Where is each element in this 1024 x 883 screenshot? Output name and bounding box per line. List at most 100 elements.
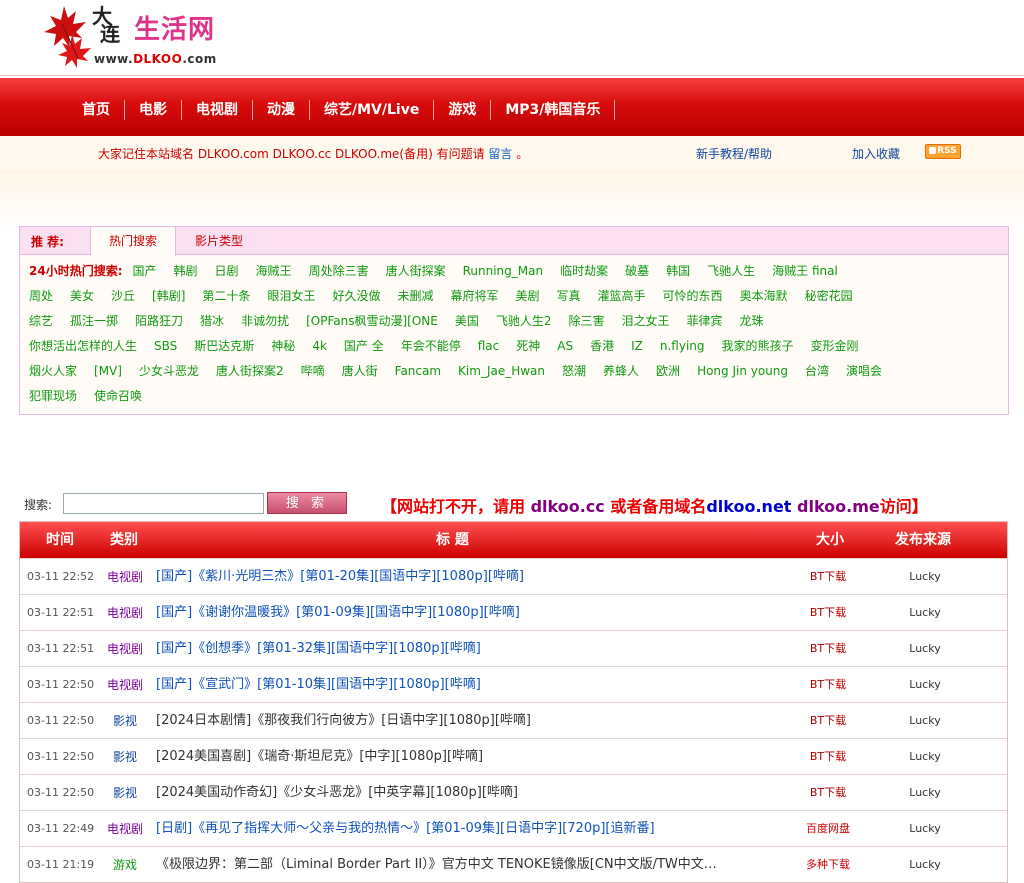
hot-keyword[interactable]: 斯巴达克斯 — [194, 338, 254, 354]
row-size[interactable]: BT下载 — [778, 749, 878, 765]
row-title[interactable]: [国产]《创想季》[第01-32集][国语中字][1080p][哔嘀] — [156, 641, 756, 657]
hot-keyword[interactable]: 周处除三害 — [309, 263, 369, 279]
hot-keyword[interactable]: 唐人街 — [342, 363, 378, 379]
hot-keyword[interactable]: 菲律宾 — [687, 313, 723, 329]
hot-keyword[interactable]: 变形金刚 — [811, 338, 859, 354]
row-size[interactable]: 百度网盘 — [778, 821, 878, 837]
hot-keyword[interactable]: 美女 — [70, 288, 94, 304]
hot-keyword[interactable]: 美剧 — [516, 288, 540, 304]
row-category[interactable]: 游戏 — [100, 857, 150, 873]
row-category[interactable]: 影视 — [100, 713, 150, 729]
hot-keyword[interactable]: Kim_Jae_Hwan — [458, 363, 545, 379]
row-size[interactable]: BT下载 — [778, 569, 878, 585]
hot-keyword[interactable]: 孤注一掷 — [70, 313, 118, 329]
hot-keyword[interactable]: 未删减 — [397, 288, 433, 304]
row-title[interactable]: [国产]《紫川·光明三杰》[第01-20集][国语中字][1080p][哔嘀] — [156, 569, 756, 585]
row-size[interactable]: BT下载 — [778, 605, 878, 621]
hot-keyword[interactable]: 秘密花园 — [805, 288, 853, 304]
hot-keyword[interactable]: 飞驰人生2 — [496, 313, 552, 329]
row-category[interactable]: 电视剧 — [100, 569, 150, 585]
hot-keyword[interactable]: 海贼王 — [256, 263, 292, 279]
hot-keyword[interactable]: 奥本海默 — [740, 288, 788, 304]
hot-keyword[interactable]: 演唱会 — [846, 363, 882, 379]
hot-keyword[interactable]: 可怜的东西 — [663, 288, 723, 304]
hot-keyword[interactable]: SBS — [154, 338, 177, 354]
hot-keyword[interactable]: [OPFans枫雪动漫][ONE — [306, 313, 438, 329]
hot-keyword[interactable]: 国产 — [133, 263, 157, 279]
hot-keyword[interactable]: 综艺 — [29, 313, 53, 329]
row-size[interactable]: BT下载 — [778, 641, 878, 657]
hot-keyword[interactable]: 除三害 — [568, 313, 604, 329]
row-title[interactable]: [2024日本剧情]《那夜我们行向彼方》[日语中字][1080p][哔嘀] — [156, 713, 756, 729]
hot-keyword[interactable]: 使命召唤 — [94, 388, 142, 404]
hot-keyword[interactable]: [MV] — [94, 363, 122, 379]
hot-keyword[interactable]: 我家的熊孩子 — [722, 338, 794, 354]
nav-variety[interactable]: 综艺/MV/Live — [310, 100, 435, 120]
hot-keyword[interactable]: n.flying — [660, 338, 705, 354]
row-title[interactable]: 《极限边界：第二部（Liminal Border Part II）》官方中文 T… — [156, 857, 756, 873]
site-logo[interactable]: 大 连 生活网 www.DLKOO.com — [40, 2, 240, 72]
hot-keyword[interactable]: 日剧 — [215, 263, 239, 279]
nav-music[interactable]: MP3/韩国音乐 — [491, 100, 616, 120]
hot-keyword[interactable]: 韩剧 — [174, 263, 198, 279]
hot-keyword[interactable]: 灌篮高手 — [598, 288, 646, 304]
nav-tv[interactable]: 电视剧 — [182, 100, 253, 120]
nav-movies[interactable]: 电影 — [125, 100, 182, 120]
hot-keyword[interactable]: flac — [478, 338, 500, 354]
hot-keyword[interactable]: 年会不能停 — [401, 338, 461, 354]
hot-keyword[interactable]: 猎冰 — [200, 313, 224, 329]
add-favorite-link[interactable]: 加入收藏 — [852, 145, 900, 162]
nav-games[interactable]: 游戏 — [434, 100, 492, 120]
hot-keyword[interactable]: 周处 — [29, 288, 53, 304]
hot-keyword[interactable]: 非诚勿扰 — [241, 313, 289, 329]
hot-keyword[interactable]: 美国 — [455, 313, 479, 329]
hot-keyword[interactable]: 怒潮 — [562, 363, 586, 379]
hot-keyword[interactable]: 犯罪现场 — [29, 388, 77, 404]
hot-keyword[interactable]: 哔嘀 — [301, 363, 325, 379]
hot-keyword[interactable]: AS — [557, 338, 573, 354]
tab-genres[interactable]: 影片类型 — [177, 227, 261, 255]
hot-keyword[interactable]: Fancam — [395, 363, 441, 379]
hot-keyword[interactable]: 唐人街探案 — [386, 263, 446, 279]
tab-hot-search[interactable]: 热门搜索 — [90, 227, 177, 256]
hot-keyword[interactable]: 眼泪女王 — [267, 288, 315, 304]
hot-keyword[interactable]: 欧洲 — [656, 363, 680, 379]
row-category[interactable]: 电视剧 — [100, 641, 150, 657]
nav-home[interactable]: 首页 — [68, 100, 125, 120]
hot-keyword[interactable]: 死神 — [516, 338, 540, 354]
hot-keyword[interactable]: 好久没做 — [332, 288, 380, 304]
hot-keyword[interactable]: 养蜂人 — [603, 363, 639, 379]
hot-keyword[interactable]: 海贼王 final — [772, 263, 838, 279]
hot-keyword[interactable]: 你想活出怎样的人生 — [29, 338, 137, 354]
hot-keyword[interactable]: 少女斗恶龙 — [139, 363, 199, 379]
row-title[interactable]: [日剧]《再见了指挥大师～父亲与我的热情～》[第01-09集][日语中字][72… — [156, 821, 756, 837]
hot-keyword[interactable]: 第二十条 — [202, 288, 250, 304]
hot-keyword[interactable]: [韩剧] — [152, 288, 185, 304]
hot-keyword[interactable]: 烟火人家 — [29, 363, 77, 379]
row-size[interactable]: 多种下载 — [778, 857, 878, 873]
hot-keyword[interactable]: 香港 — [590, 338, 614, 354]
help-link[interactable]: 新手教程/帮助 — [696, 145, 772, 162]
hot-keyword[interactable]: 4k — [312, 338, 327, 354]
hot-keyword[interactable]: 沙丘 — [111, 288, 135, 304]
rss-button[interactable]: RSS — [925, 144, 961, 159]
hot-keyword[interactable]: 韩国 — [666, 263, 690, 279]
row-size[interactable]: BT下载 — [778, 713, 878, 729]
row-title[interactable]: [国产]《谢谢你温暖我》[第01-09集][国语中字][1080p][哔嘀] — [156, 605, 756, 621]
hot-keyword[interactable]: 神秘 — [271, 338, 295, 354]
row-category[interactable]: 电视剧 — [100, 605, 150, 621]
message-link[interactable]: 留言 — [488, 147, 512, 161]
nav-anime[interactable]: 动漫 — [253, 100, 310, 120]
hot-keyword[interactable]: 龙珠 — [740, 313, 764, 329]
hot-keyword[interactable]: Running_Man — [463, 263, 543, 279]
hot-keyword[interactable]: IZ — [631, 338, 643, 354]
search-button[interactable]: 搜 索 — [267, 492, 347, 514]
hot-keyword[interactable]: 台湾 — [805, 363, 829, 379]
hot-keyword[interactable]: 破墓 — [625, 263, 649, 279]
search-input[interactable] — [63, 493, 264, 514]
row-category[interactable]: 影视 — [100, 785, 150, 801]
row-category[interactable]: 电视剧 — [100, 677, 150, 693]
hot-keyword[interactable]: 飞驰人生 — [707, 263, 755, 279]
row-size[interactable]: BT下载 — [778, 785, 878, 801]
hot-keyword[interactable]: 国产 全 — [344, 338, 384, 354]
